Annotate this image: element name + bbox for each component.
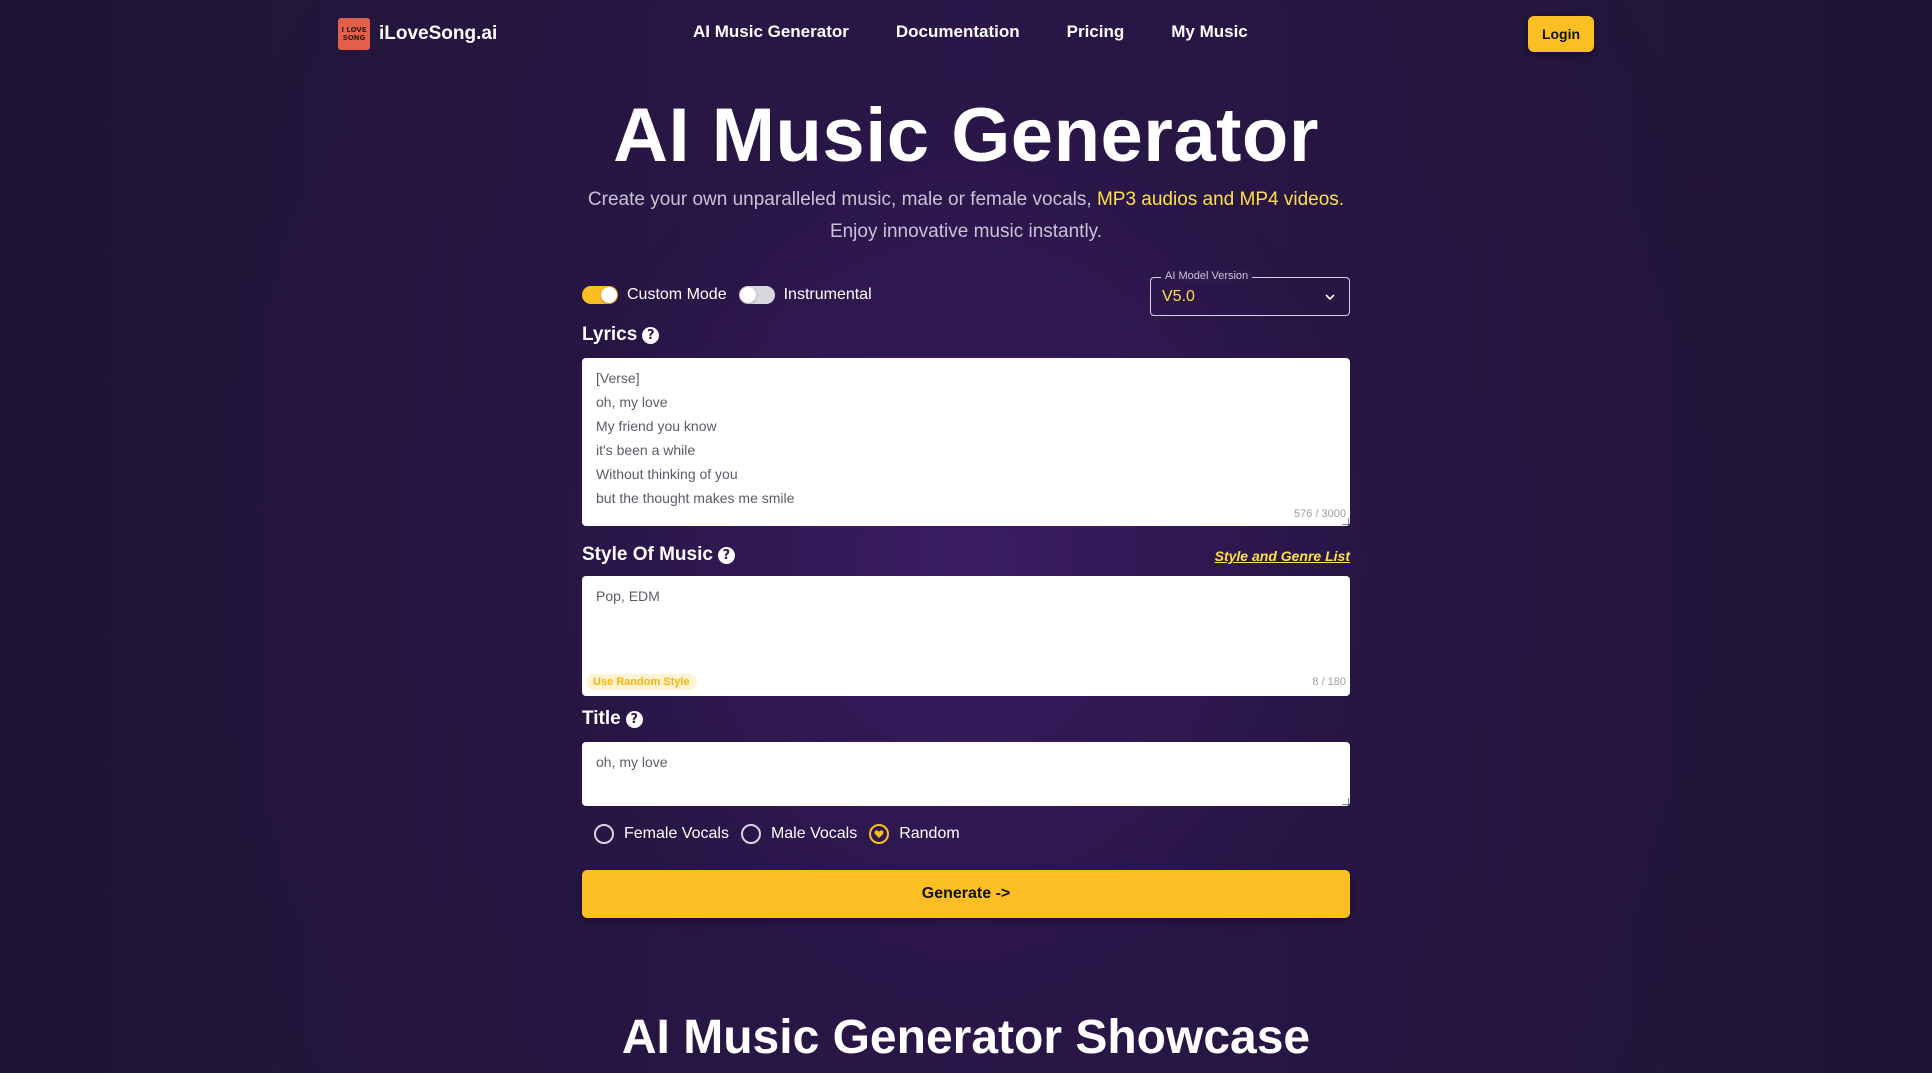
style-genre-list-link[interactable]: Style and Genre List <box>1215 548 1350 564</box>
lyrics-textarea[interactable]: [Verse] oh, my love My friend you know i… <box>582 358 1350 526</box>
generate-button[interactable]: Generate -> <box>582 870 1350 918</box>
help-icon[interactable]: ? <box>625 710 643 728</box>
style-text: Pop, EDM <box>596 588 660 604</box>
help-icon[interactable]: ? <box>717 546 735 564</box>
male-vocals-label: Male Vocals <box>770 825 858 842</box>
use-random-style-button[interactable]: Use Random Style <box>586 674 697 690</box>
style-label: Style Of Music ? <box>582 544 735 566</box>
title-text: oh, my love <box>596 754 668 770</box>
main-nav: AI Music Generator Documentation Pricing… <box>693 22 1295 42</box>
help-icon[interactable]: ? <box>642 326 660 344</box>
instrumental-label: Instrumental <box>783 286 872 303</box>
style-textarea[interactable]: Pop, EDM Use Random Style 8 / 180 <box>582 576 1350 696</box>
mode-toggles: Custom Mode Instrumental <box>582 286 884 304</box>
lyrics-label-text: Lyrics <box>582 324 638 345</box>
female-vocals-label: Female Vocals <box>624 825 729 842</box>
page-title: AI Music Generator <box>613 93 1319 178</box>
nav-ai-music-generator[interactable]: AI Music Generator <box>693 22 849 42</box>
chevron-down-icon <box>1325 294 1335 301</box>
random-vocals-label: Random <box>899 825 960 842</box>
lyrics-label: Lyrics ? <box>582 324 660 346</box>
toggle-knob <box>739 287 756 303</box>
style-char-counter: 8 / 180 <box>1312 676 1346 688</box>
vocals-radio-group: Female Vocals Male Vocals Random <box>594 824 972 844</box>
custom-mode-label: Custom Mode <box>627 286 727 303</box>
resize-handle-icon[interactable] <box>1342 518 1349 525</box>
subtitle-highlight: MP3 audios and MP4 videos. <box>1096 189 1345 210</box>
logo-text: iLoveSong.ai <box>379 23 498 44</box>
male-vocals-radio[interactable] <box>740 824 761 844</box>
lyrics-char-counter: 576 / 3000 <box>1294 508 1346 520</box>
lyrics-text: [Verse] oh, my love My friend you know i… <box>596 370 795 506</box>
heart-icon <box>874 830 884 838</box>
title-label: Title ? <box>582 708 643 730</box>
logo-icon: I LOVE SONG <box>338 18 370 50</box>
resize-handle-icon[interactable] <box>1342 798 1349 805</box>
subtitle-text: Create your own unparalleled music, male… <box>587 189 1097 210</box>
nav-documentation[interactable]: Documentation <box>896 22 1020 42</box>
model-version-select[interactable]: AI Model Version V5.0 <box>1150 270 1350 316</box>
female-vocals-radio[interactable] <box>594 824 614 844</box>
title-input[interactable]: oh, my love <box>582 742 1350 806</box>
logo-mark-bottom: SONG <box>342 34 366 42</box>
showcase-title: AI Music Generator Showcase <box>621 1011 1311 1064</box>
title-label-text: Title <box>582 708 621 729</box>
logo-mark-top: I LOVE <box>341 26 367 34</box>
toggle-knob <box>601 287 617 303</box>
page-subtitle: Create your own unparalleled music, male… <box>0 184 1932 248</box>
top-navbar: I LOVE SONG iLoveSong.ai AI Music Genera… <box>0 0 1932 68</box>
style-label-text: Style Of Music <box>582 544 713 565</box>
instrumental-toggle[interactable] <box>738 286 775 304</box>
custom-mode-toggle[interactable] <box>582 286 618 304</box>
nav-my-music[interactable]: My Music <box>1171 22 1248 42</box>
model-version-legend: AI Model Version <box>1161 270 1253 282</box>
login-button[interactable]: Login <box>1528 16 1594 52</box>
subtitle-line-2: Enjoy innovative music instantly. <box>829 221 1103 242</box>
random-vocals-radio[interactable] <box>869 824 890 844</box>
nav-pricing[interactable]: Pricing <box>1067 22 1125 42</box>
model-version-value: V5.0 <box>1162 288 1195 305</box>
site-logo[interactable]: I LOVE SONG iLoveSong.ai <box>338 18 497 50</box>
